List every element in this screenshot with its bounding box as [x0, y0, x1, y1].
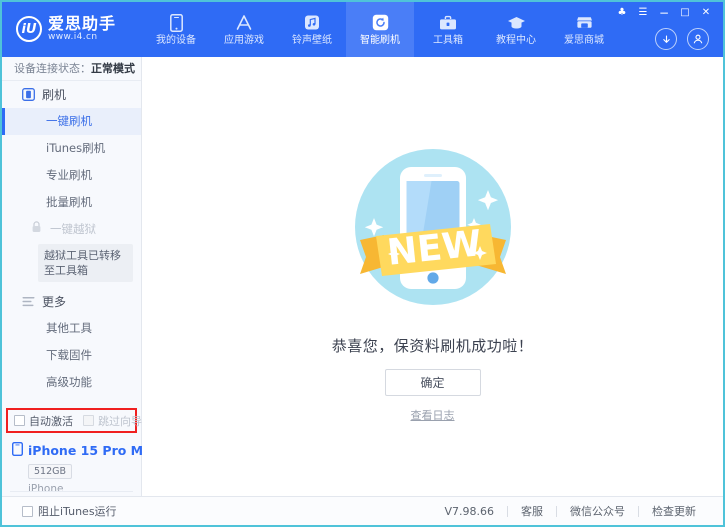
customer-service-link[interactable]: 客服: [508, 503, 556, 519]
connection-status-value: 正常模式: [91, 62, 135, 75]
phone-icon: [169, 13, 183, 32]
app-logo: iU 爱思助手 www.i4.cn: [16, 15, 116, 43]
auto-activate-label: 自动激活: [29, 414, 73, 428]
sidebar-group-flash: 刷机: [2, 81, 141, 108]
lock-icon: [31, 216, 42, 243]
auto-activate-checkbox[interactable]: 自动激活: [14, 413, 73, 429]
connection-status: 设备连接状态：正常模式: [2, 57, 141, 81]
refresh-icon: [372, 14, 389, 32]
sidebar-item-other-tools[interactable]: 其他工具: [2, 315, 141, 342]
nav-item-tutorials[interactable]: 教程中心: [482, 2, 550, 57]
music-icon: [304, 14, 320, 32]
nav-item-apps-games[interactable]: 应用游戏: [210, 2, 278, 57]
store-icon: [575, 14, 594, 32]
skin-icon[interactable]: ♣: [613, 5, 631, 20]
new-phone-badge-illustration: NEW: [338, 132, 528, 322]
nav-item-ringtones-wallpaper[interactable]: 铃声壁纸: [278, 2, 346, 57]
checkbox-box: [22, 505, 33, 517]
view-log-link[interactable]: 查看日志: [142, 407, 723, 423]
nav-item-store[interactable]: 爱思商城: [550, 2, 618, 57]
logo-title: 爱思助手: [48, 14, 117, 33]
connected-device-card[interactable]: iPhone 15 Pro Max 512GB iPhone: [2, 437, 160, 501]
sidebar-item-batch-flash[interactable]: 批量刷机: [2, 189, 141, 216]
skip-wizard-label: 跳过向导: [98, 414, 142, 428]
device-flash-icon: [21, 88, 35, 102]
sidebar-item-label: 专业刷机: [46, 168, 92, 182]
wechat-official-link[interactable]: 微信公众号: [557, 503, 638, 519]
sidebar-item-label: iTunes刷机: [46, 141, 106, 155]
sidebar-item-label: 下载固件: [46, 348, 92, 362]
sidebar-item-pro-flash[interactable]: 专业刷机: [2, 162, 141, 189]
download-icon[interactable]: [655, 28, 677, 50]
nav-label: 教程中心: [496, 34, 536, 46]
app-window: iU 爱思助手 www.i4.cn 我的设备 应用游戏 铃声壁纸 智能刷机 工具…: [0, 0, 725, 527]
sidebar-item-download-firmware[interactable]: 下载固件: [2, 342, 141, 369]
maximize-icon[interactable]: □: [676, 5, 694, 20]
sidebar-item-label: 高级功能: [46, 375, 92, 389]
check-update-link[interactable]: 检查更新: [639, 503, 709, 519]
logo-mark-icon: iU: [16, 16, 42, 42]
sidebar-item-label: 批量刷机: [46, 195, 92, 209]
nav-item-toolbox[interactable]: 工具箱: [414, 2, 482, 57]
sidebar: 设备连接状态：正常模式 刷机 一键刷机 iTunes刷机 专业刷机 批量刷机 一…: [2, 57, 160, 496]
nav-item-smart-flash[interactable]: 智能刷机: [346, 2, 414, 57]
status-bar-right: V7.98.66 客服 微信公众号 检查更新: [431, 503, 709, 519]
confirm-button[interactable]: 确定: [384, 369, 481, 396]
connection-status-label: 设备连接状态：: [14, 62, 91, 75]
device-capacity-badge: 512GB: [28, 464, 73, 479]
skip-wizard-checkbox: 跳过向导: [83, 413, 142, 429]
flash-options-highlight: 自动激活 跳过向导: [6, 408, 142, 433]
main-navigation: 我的设备 应用游戏 铃声壁纸 智能刷机 工具箱 教程中心 爱思商城: [142, 2, 618, 57]
logo-text: 爱思助手 www.i4.cn: [48, 15, 116, 43]
sidebar-item-one-key-jailbreak: 一键越狱: [2, 216, 141, 243]
menu-icon[interactable]: ☰: [634, 5, 652, 20]
sidebar-item-one-key-flash[interactable]: 一键刷机: [2, 108, 141, 135]
nav-item-my-device[interactable]: 我的设备: [142, 2, 210, 57]
sidebar-group-more: 更多: [2, 288, 141, 315]
sidebar-group-label: 刷机: [42, 88, 67, 102]
main-content: NEW 恭喜您，保资料刷机成功啦！ 确定 查看日志: [142, 57, 723, 496]
nav-label: 铃声壁纸: [292, 34, 332, 46]
block-itunes-label: 阻止iTunes运行: [38, 505, 117, 518]
sidebar-divider: [10, 491, 133, 492]
nav-label: 爱思商城: [564, 34, 604, 46]
block-itunes-checkbox[interactable]: 阻止iTunes运行: [22, 503, 117, 519]
checkbox-box: [83, 415, 94, 426]
device-name-label: iPhone 15 Pro Max: [28, 443, 160, 458]
sidebar-group-label: 更多: [42, 295, 67, 309]
nav-label: 我的设备: [156, 34, 196, 46]
toolbox-icon: [439, 14, 457, 32]
sidebar-item-advanced-features[interactable]: 高级功能: [2, 369, 141, 396]
result-title: 恭喜您，保资料刷机成功啦！: [331, 337, 534, 355]
sidebar-item-label: 其他工具: [46, 321, 92, 335]
checkbox-box: [14, 415, 25, 426]
nav-label: 工具箱: [433, 34, 463, 46]
sidebar-item-label: 一键刷机: [46, 114, 92, 128]
status-bar: 阻止iTunes运行 V7.98.66 客服 微信公众号 检查更新: [2, 496, 723, 525]
device-type-label: iPhone: [28, 483, 64, 495]
header-actions: [655, 28, 709, 50]
close-icon[interactable]: ✕: [697, 5, 715, 20]
minimize-icon[interactable]: −: [655, 5, 673, 20]
phone-icon: [11, 441, 24, 459]
graduation-cap-icon: [507, 14, 526, 32]
list-icon: [21, 295, 35, 309]
device-name-row: iPhone 15 Pro Max: [2, 441, 160, 459]
sidebar-item-itunes-flash[interactable]: iTunes刷机: [2, 135, 141, 162]
nav-label: 应用游戏: [224, 34, 264, 46]
jailbreak-moved-tooltip: 越狱工具已转移至工具箱: [38, 244, 133, 282]
sidebar-item-label: 一键越狱: [50, 222, 96, 236]
window-controls: ♣ ☰ − □ ✕: [613, 5, 715, 20]
version-label: V7.98.66: [444, 504, 494, 518]
logo-subtitle: www.i4.cn: [48, 32, 98, 42]
nav-label: 智能刷机: [360, 34, 400, 46]
user-account-icon[interactable]: [687, 28, 709, 50]
appstore-icon: [235, 14, 253, 32]
app-header: iU 爱思助手 www.i4.cn 我的设备 应用游戏 铃声壁纸 智能刷机 工具…: [2, 2, 723, 57]
